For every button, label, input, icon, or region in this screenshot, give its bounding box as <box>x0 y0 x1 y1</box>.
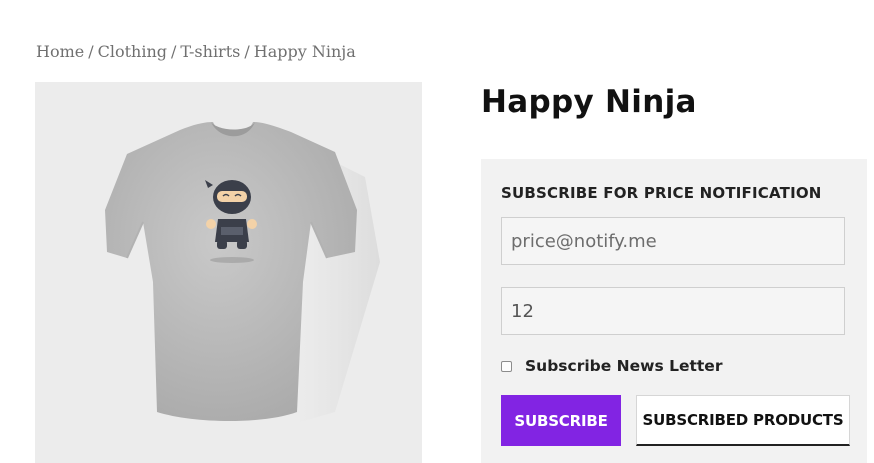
breadcrumb-clothing[interactable]: Clothing <box>98 42 167 61</box>
breadcrumb: Home / Clothing / T-shirts / Happy Ninja <box>36 42 356 61</box>
price-notification-panel: SUBSCRIBE FOR PRICE NOTIFICATION Subscri… <box>481 159 867 463</box>
subscribe-button[interactable]: SUBSCRIBE <box>501 395 621 446</box>
subscribed-products-button[interactable]: SUBSCRIBED PRODUCTS <box>636 395 850 446</box>
product-title: Happy Ninja <box>481 84 697 120</box>
subscribe-heading: SUBSCRIBE FOR PRICE NOTIFICATION <box>501 184 822 202</box>
tshirt-ninja-image <box>105 122 380 422</box>
product-image[interactable] <box>35 82 422 463</box>
email-field[interactable] <box>501 217 845 265</box>
breadcrumb-separator: / <box>171 42 177 61</box>
breadcrumb-tshirts[interactable]: T-shirts <box>180 42 240 61</box>
breadcrumb-current: Happy Ninja <box>253 42 356 61</box>
breadcrumb-separator: / <box>244 42 250 61</box>
newsletter-option: Subscribe News Letter <box>501 355 722 377</box>
newsletter-label[interactable]: Subscribe News Letter <box>525 357 722 375</box>
price-field[interactable] <box>501 287 845 335</box>
breadcrumb-home[interactable]: Home <box>36 42 84 61</box>
breadcrumb-separator: / <box>88 42 94 61</box>
newsletter-checkbox[interactable] <box>501 360 512 372</box>
product-page: Home/Clothing/T-shirts/Happy Ninja <box>0 0 874 463</box>
